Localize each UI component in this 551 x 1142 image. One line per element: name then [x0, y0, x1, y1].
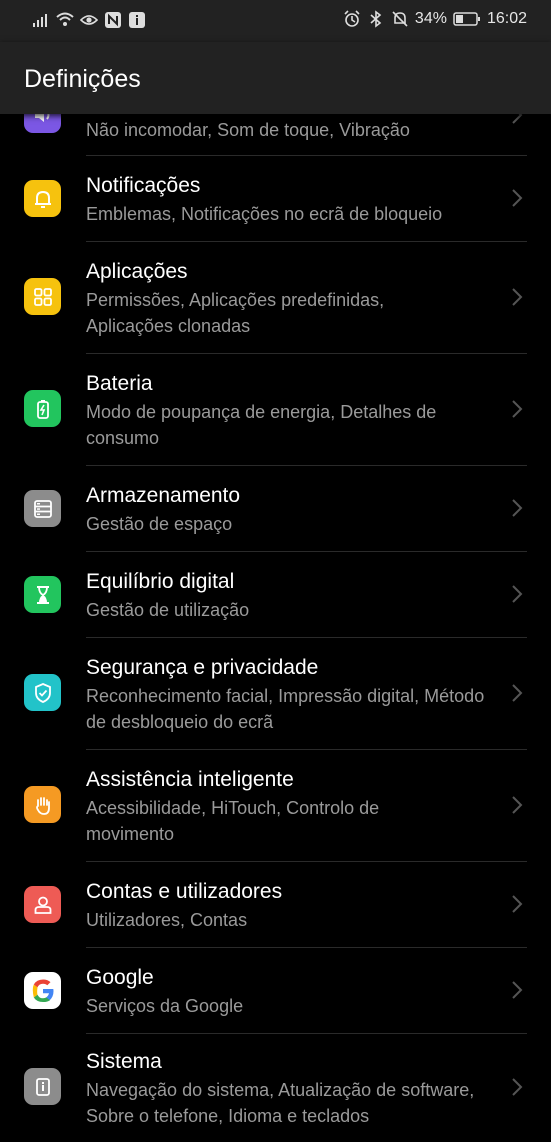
storage-icon: [24, 490, 61, 527]
hourglass-icon: [24, 576, 61, 613]
google-icon: [24, 972, 61, 1009]
alarm-icon: [344, 10, 360, 27]
battery-icon: [24, 390, 61, 427]
settings-item-title: Bateria: [86, 372, 153, 395]
settings-item-battery[interactable]: Bateria Modo de poupança de energia, Det…: [0, 354, 551, 465]
settings-item-title: Google: [86, 966, 154, 989]
system-info-icon: [24, 1068, 61, 1105]
settings-item-security-privacy[interactable]: Segurança e privacidade Reconhecimento f…: [0, 638, 551, 749]
settings-item-subtitle: Emblemas, Notificações no ecrã de bloque…: [86, 204, 443, 224]
user-icon: [24, 886, 61, 923]
settings-item-subtitle: Gestão de utilização: [86, 600, 250, 620]
settings-item-subtitle: Gestão de espaço: [86, 514, 233, 534]
settings-item-subtitle: Permissões, Aplicações predefinidas, Apl…: [86, 290, 385, 336]
settings-item-title: Equilíbrio digital: [86, 570, 235, 593]
settings-item-accounts-users[interactable]: Contas e utilizadores Utilizadores, Cont…: [0, 862, 551, 947]
settings-item-digital-balance[interactable]: Equilíbrio digital Gestão de utilização: [0, 552, 551, 637]
chevron-right-icon: [512, 684, 523, 702]
wifi-icon: [56, 12, 74, 26]
settings-item-title: Armazenamento: [86, 484, 241, 507]
chevron-right-icon: [512, 585, 523, 603]
settings-item-subtitle: Serviços da Google: [86, 996, 244, 1016]
mute-bell-icon: [392, 11, 408, 27]
nfc-icon: [105, 12, 121, 28]
settings-item-subtitle: Acessibilidade, HiTouch, Controlo de mov…: [86, 798, 380, 844]
settings-item-sound[interactable]: Não incomodar, Som de toque, Vibração: [0, 96, 551, 156]
chevron-right-icon: [512, 499, 523, 517]
bluetooth-icon: [370, 10, 382, 28]
hand-icon: [24, 786, 61, 823]
chevron-right-icon: [512, 400, 523, 418]
settings-item-title: Segurança e privacidade: [86, 656, 319, 679]
chevron-right-icon: [512, 189, 523, 207]
settings-item-title: Sistema: [86, 1050, 162, 1073]
bell-icon: [24, 180, 61, 217]
eye-icon: [80, 15, 98, 25]
settings-item-subtitle: Não incomodar, Som de toque, Vibração: [86, 120, 410, 140]
settings-item-subtitle: Navegação do sistema, Atualização de sof…: [86, 1080, 475, 1126]
settings-item-apps[interactable]: Aplicações Permissões, Aplicações predef…: [0, 242, 551, 353]
app-bar: Definições: [0, 42, 551, 114]
status-right-icons: 34% 16:02: [343, 10, 527, 28]
settings-item-system[interactable]: Sistema Navegação do sistema, Atualizaçã…: [0, 1034, 551, 1142]
battery-percent: 34%: [414, 10, 447, 27]
clock: 16:02: [486, 10, 527, 27]
settings-item-google[interactable]: Google Serviços da Google: [0, 948, 551, 1033]
info-notification-icon: [129, 12, 145, 28]
chevron-right-icon: [512, 796, 523, 814]
chevron-right-icon: [512, 981, 523, 999]
settings-item-subtitle: Modo de poupança de energia, Detalhes de…: [86, 402, 437, 448]
status-left-icons: [32, 11, 146, 29]
chevron-right-icon: [512, 1078, 523, 1096]
settings-item-title: Contas e utilizadores: [86, 880, 283, 903]
chevron-right-icon: [512, 288, 523, 306]
chevron-right-icon: [512, 895, 523, 913]
shield-icon: [24, 674, 61, 711]
settings-item-title: Aplicações: [86, 260, 188, 283]
settings-item-title: Notificações: [86, 174, 201, 197]
settings-item-storage[interactable]: Armazenamento Gestão de espaço: [0, 466, 551, 551]
status-bar: 34% 16:02: [0, 0, 551, 42]
settings-item-notifications[interactable]: Notificações Emblemas, Notificações no e…: [0, 156, 551, 241]
signal-icon: [33, 14, 47, 27]
settings-item-title: Assistência inteligente: [86, 768, 294, 791]
settings-item-subtitle: Reconhecimento facial, Impressão digital…: [86, 686, 485, 732]
page-title: Definições: [24, 65, 141, 93]
battery-icon: [453, 12, 480, 26]
apps-grid-icon: [24, 278, 61, 315]
settings-item-subtitle: Utilizadores, Contas: [86, 910, 248, 930]
settings-item-smart-assistance[interactable]: Assistência inteligente Acessibilidade, …: [0, 750, 551, 861]
